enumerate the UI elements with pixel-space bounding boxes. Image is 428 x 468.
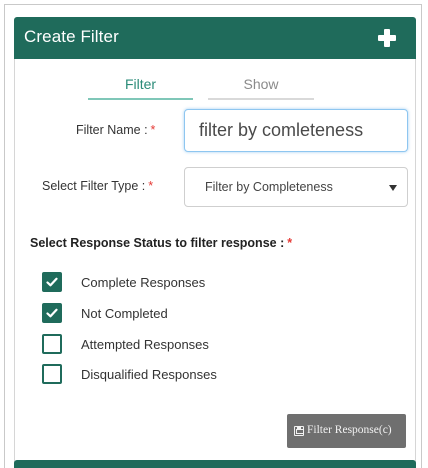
next-panel-header xyxy=(14,460,416,468)
filter-type-label: Select Filter Type : xyxy=(42,179,146,193)
filter-type-value: Filter by Completeness xyxy=(205,180,333,194)
status-section-label: Select Response Status to filter respons… xyxy=(30,236,285,250)
panel-header: Create Filter xyxy=(14,17,416,59)
filter-type-select[interactable]: Filter by Completeness xyxy=(184,167,408,207)
tab-show[interactable]: Show xyxy=(208,76,314,100)
checkbox-label: Attempted Responses xyxy=(81,337,209,352)
filter-response-button[interactable]: Filter Response(c) xyxy=(287,414,406,448)
required-marker: * xyxy=(148,179,154,193)
filter-name-input[interactable] xyxy=(184,109,408,152)
filter-response-label: Filter Response(c) xyxy=(307,424,392,436)
plus-icon[interactable] xyxy=(378,29,396,47)
check-icon xyxy=(46,308,58,318)
check-icon xyxy=(46,277,58,287)
checkbox-label: Disqualified Responses xyxy=(81,367,217,382)
caret-down-icon xyxy=(389,185,397,191)
checkbox-complete[interactable] xyxy=(42,272,62,292)
required-marker: * xyxy=(287,236,293,250)
checkbox-label: Not Completed xyxy=(81,306,168,321)
required-marker: * xyxy=(150,123,156,137)
panel-title: Create Filter xyxy=(24,27,119,46)
checkbox-label: Complete Responses xyxy=(81,275,206,290)
filter-name-label-row: Filter Name : * xyxy=(76,123,155,137)
checkbox-disqualified[interactable] xyxy=(42,364,62,384)
filter-name-label: Filter Name : xyxy=(76,123,148,137)
checkbox-attempted[interactable] xyxy=(42,334,62,354)
filter-type-label-row: Select Filter Type : * xyxy=(42,179,153,193)
tab-filter[interactable]: Filter xyxy=(88,76,193,100)
save-icon xyxy=(294,426,304,436)
status-section-label-row: Select Response Status to filter respons… xyxy=(30,236,292,250)
checkbox-not-completed[interactable] xyxy=(42,303,62,323)
